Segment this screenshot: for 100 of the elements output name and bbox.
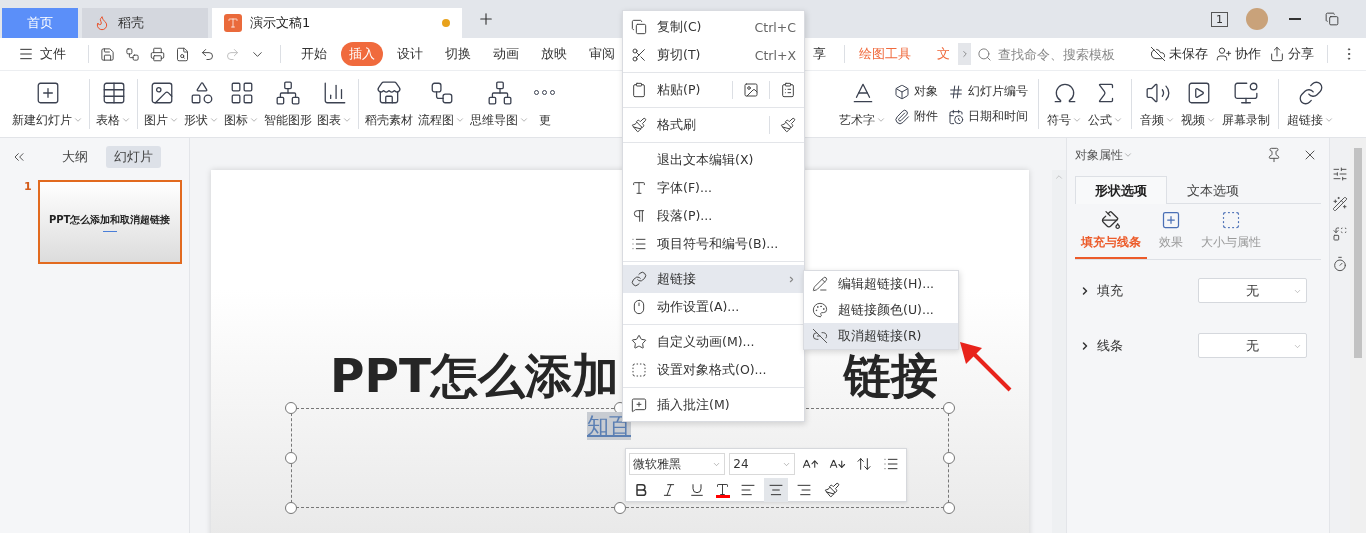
- menu-item[interactable]: 段落(P)...: [623, 202, 804, 230]
- store-icon: [376, 79, 402, 106]
- clipboard-icon: [631, 82, 647, 98]
- caret-icon: [1165, 115, 1175, 125]
- panel-title[interactable]: 对象属性: [1075, 146, 1133, 164]
- ribbon-button[interactable]: 幻灯片编号: [946, 83, 1030, 100]
- scrollbar[interactable]: [1350, 138, 1366, 533]
- menu-item[interactable]: 取消超链接(R): [804, 323, 958, 349]
- ribbon-button[interactable]: 图片: [142, 77, 181, 131]
- menu-item[interactable]: 编辑超链接(H)...: [804, 271, 958, 297]
- ribbon-button[interactable]: 形状: [182, 77, 221, 131]
- ribbon-button[interactable]: 新建幻灯片: [10, 77, 85, 131]
- ribbon-tab[interactable]: 设计: [389, 42, 431, 66]
- ribbon-tab[interactable]: 放映: [533, 42, 575, 66]
- font-select[interactable]: 微软雅黑: [629, 453, 726, 475]
- resize-handle[interactable]: [285, 452, 297, 464]
- property-select[interactable]: 无: [1198, 333, 1307, 358]
- menu-item[interactable]: 退出文本编辑(X): [623, 146, 804, 174]
- resize-handle[interactable]: [285, 502, 297, 514]
- shortcut-label: Ctrl+X: [754, 47, 796, 63]
- resize-handle[interactable]: [614, 502, 626, 514]
- ribbon-button[interactable]: 对象: [892, 83, 940, 100]
- document-tab[interactable]: 演示文稿1: [212, 8, 462, 38]
- ribbon-button[interactable]: 超链接: [1285, 77, 1336, 131]
- panel-tab[interactable]: 文本选项: [1167, 176, 1259, 204]
- caret-icon: [73, 115, 83, 125]
- file-menu-button[interactable]: 文件: [14, 43, 70, 65]
- resize-handle[interactable]: [943, 452, 955, 464]
- ribbon-button[interactable]: 图标: [222, 77, 261, 131]
- search-field[interactable]: 查找命令、搜索模板: [977, 45, 1145, 63]
- ribbon-button[interactable]: 屏幕录制: [1220, 77, 1272, 131]
- ribbon-button[interactable]: 符号: [1045, 77, 1084, 131]
- align-button[interactable]: [764, 478, 788, 502]
- shortcut-label: Ctrl+C: [754, 19, 796, 35]
- resize-handle[interactable]: [943, 502, 955, 514]
- ribbon-button[interactable]: 视频: [1179, 77, 1218, 131]
- align-left-icon: [740, 482, 756, 498]
- page-view-badge[interactable]: 1: [1211, 11, 1228, 27]
- thumbnail-subtitle-line: [102, 230, 117, 232]
- palette-icon: [812, 302, 828, 318]
- tab-label: 稻壳: [118, 14, 144, 32]
- minimize-button[interactable]: [1286, 15, 1304, 23]
- restore-icon: [1325, 12, 1339, 26]
- menu-item[interactable]: 超链接: [623, 265, 804, 293]
- menu-item[interactable]: 超链接颜色(U)...: [804, 297, 958, 323]
- ribbon-button[interactable]: 智能图形: [262, 77, 314, 131]
- property-toggle[interactable]: 填充: [1079, 281, 1123, 300]
- size-select[interactable]: 24: [729, 453, 795, 475]
- link-icon: [1297, 79, 1324, 106]
- property-toggle[interactable]: 线条: [1079, 336, 1123, 355]
- canvas-scrollbar[interactable]: [1052, 170, 1066, 533]
- diagram-icon: [275, 79, 301, 106]
- caret-icon: [209, 115, 219, 125]
- paste-picture-icon: [743, 82, 759, 98]
- ribbon-button[interactable]: 附件: [892, 108, 940, 125]
- action-button[interactable]: 未保存: [1147, 43, 1211, 65]
- font-color-button[interactable]: [713, 482, 732, 498]
- pin-icon: [1266, 147, 1282, 163]
- ribbon-tab[interactable]: 切换: [437, 42, 479, 66]
- resize-handle[interactable]: [943, 402, 955, 414]
- action-button[interactable]: 分享: [1266, 43, 1317, 65]
- menu-item[interactable]: 字体(F)...: [623, 174, 804, 202]
- action-button[interactable]: 协作: [1213, 43, 1264, 65]
- ribbon-tab[interactable]: 动画: [485, 42, 527, 66]
- ribbon-button[interactable]: 公式: [1086, 77, 1125, 131]
- preview-icon: [175, 46, 190, 62]
- slide-thumbnail[interactable]: PPT怎么添加和取消超链接: [37, 180, 182, 264]
- caret-icon: [876, 115, 886, 125]
- ribbon-button[interactable]: 艺术字: [837, 77, 888, 131]
- menu-item[interactable]: 粘贴(P): [623, 76, 804, 104]
- replace-icon: [1332, 226, 1348, 242]
- search-icon: [977, 46, 992, 62]
- font-color-icon: [715, 482, 730, 497]
- menu-item[interactable]: 动作设置(A)...: [623, 293, 804, 321]
- panel-tab[interactable]: 幻灯片: [106, 146, 161, 168]
- ribbon-button[interactable]: 图表: [315, 77, 354, 131]
- ribbon-button[interactable]: 稻壳素材: [363, 77, 415, 131]
- ribbon-button[interactable]: 更: [532, 77, 557, 131]
- ribbon-tab[interactable]: 审阅: [581, 42, 623, 66]
- ribbon-button[interactable]: 表格: [94, 77, 133, 131]
- ribbon-tab[interactable]: 开始: [293, 42, 335, 66]
- resize-handle[interactable]: [285, 402, 297, 414]
- menu-item[interactable]: 自定义动画(M)...: [623, 328, 804, 356]
- property-select[interactable]: 无: [1198, 278, 1307, 303]
- caret-icon: [1113, 115, 1123, 125]
- panel-tab[interactable]: 大纲: [54, 146, 96, 168]
- ribbon-tab[interactable]: 享: [805, 42, 834, 66]
- menu-item[interactable]: 格式刷: [623, 111, 804, 139]
- document-tab[interactable]: 稻壳: [82, 8, 208, 38]
- scroll-thumb[interactable]: [1354, 148, 1362, 358]
- panel-tab[interactable]: 形状选项: [1075, 176, 1167, 204]
- ribbon-button[interactable]: 音频: [1138, 77, 1177, 131]
- menu-item[interactable]: 设置对象格式(O)...: [623, 356, 804, 384]
- ribbon-button[interactable]: 流程图: [416, 77, 467, 131]
- ribbon-button[interactable]: 日期和时间: [946, 108, 1030, 125]
- menu-item[interactable]: 剪切(T) Ctrl+X: [623, 41, 804, 69]
- ribbon-button[interactable]: 思维导图: [468, 77, 531, 131]
- minimize-icon: [1289, 18, 1301, 20]
- menu-item[interactable]: 复制(C) Ctrl+C: [623, 13, 804, 41]
- menu-item[interactable]: 项目符号和编号(B)...: [623, 230, 804, 258]
